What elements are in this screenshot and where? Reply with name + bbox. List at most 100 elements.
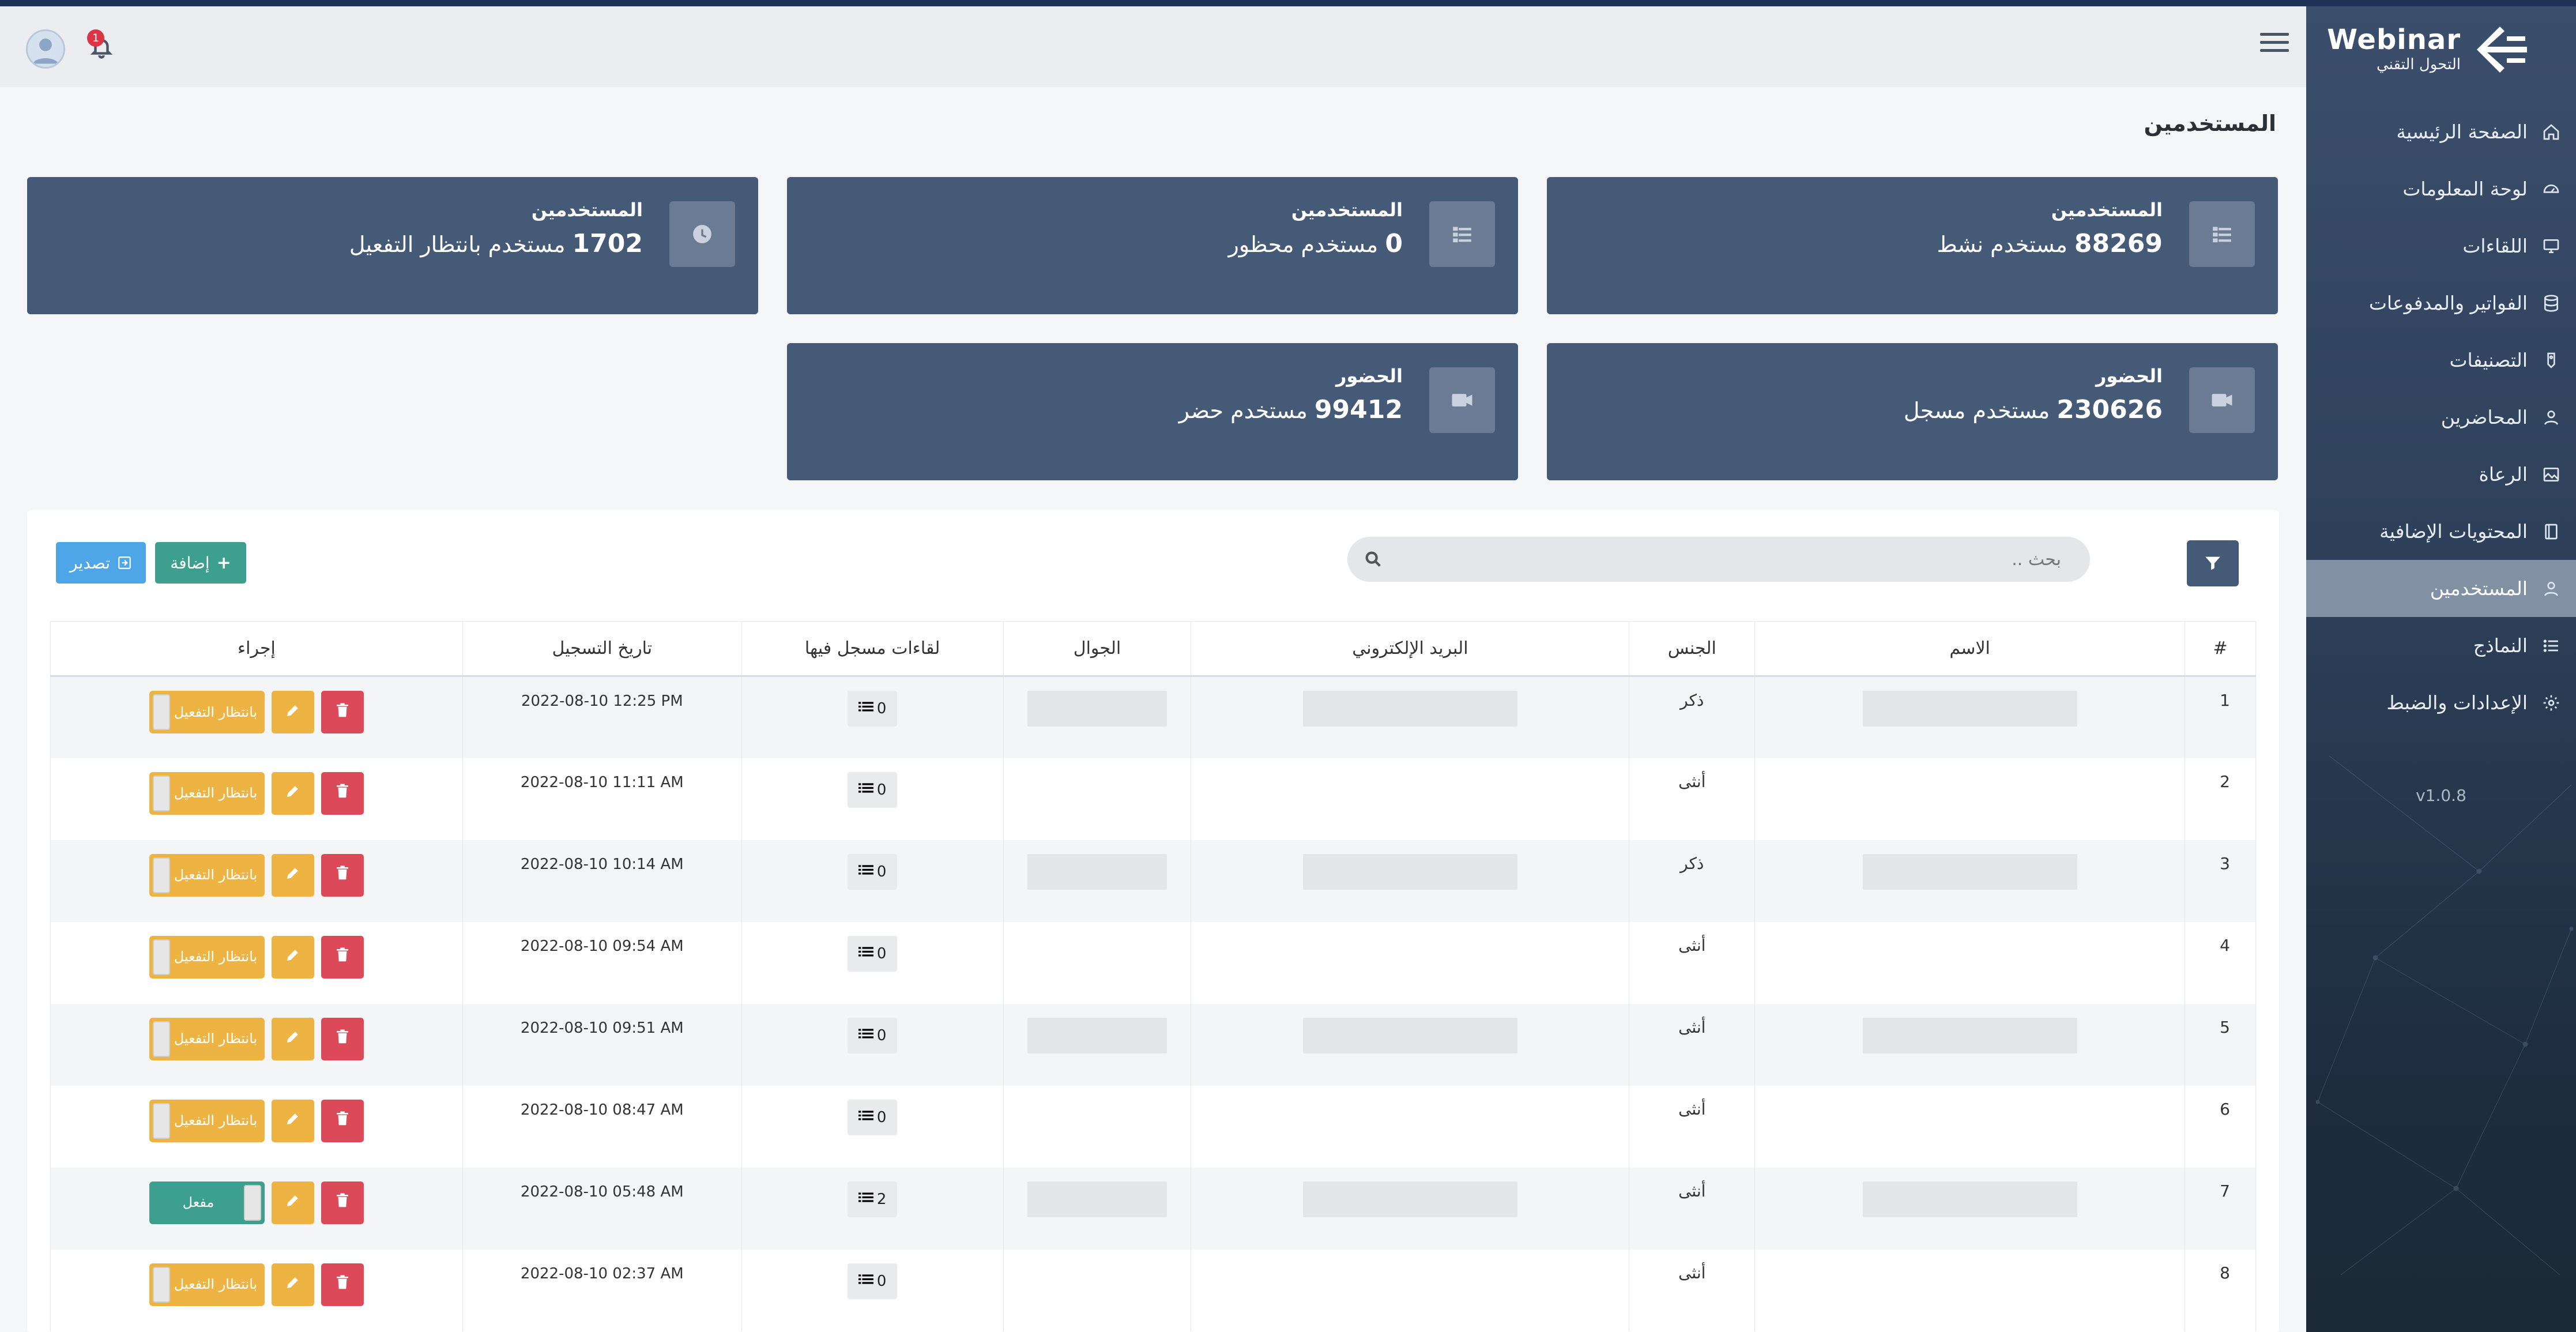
registration-date: 2022-08-10 11:11 AM: [520, 773, 684, 791]
delete-button[interactable]: [321, 772, 364, 815]
video-icon: [1429, 367, 1495, 433]
phone-cell: [1003, 921, 1192, 1004]
edit-button[interactable]: [271, 935, 314, 979]
sidebar-item-settings[interactable]: الإعدادات والضبط: [2306, 674, 2576, 731]
edit-button[interactable]: [271, 772, 314, 815]
redacted-name: [1862, 1181, 2077, 1217]
meetings-count: 0: [876, 863, 887, 881]
sidebar-item-forms[interactable]: النماذج: [2306, 617, 2576, 674]
trash-icon: [334, 1274, 351, 1295]
pencil-icon: [284, 702, 302, 723]
email-cell: [1191, 1003, 1630, 1086]
toggle-knob[interactable]: [152, 775, 170, 811]
delete-button[interactable]: [321, 691, 364, 733]
meetings-cell: 0: [741, 840, 1004, 922]
list-icon: [858, 781, 873, 799]
row-number: 3: [2185, 840, 2256, 922]
delete-button[interactable]: [321, 1017, 364, 1060]
trash-icon: [334, 1192, 351, 1213]
date-cell: 2022-08-10 09:54 AM: [462, 921, 742, 1004]
delete-button[interactable]: [321, 935, 364, 979]
gender-cell: أنثى: [1629, 921, 1756, 1004]
sidebar-item-meetings[interactable]: اللقاءات: [2306, 217, 2576, 274]
list-icon: [858, 1273, 873, 1290]
gender-cell: ذكر: [1629, 676, 1756, 758]
delete-button[interactable]: [321, 1263, 364, 1306]
meetings-cell: 0: [741, 1003, 1004, 1086]
column-header-meetings[interactable]: لقاءات مسجل فيها: [741, 621, 1004, 677]
table-row: 4 أنثى 0 2022-08-10 09:54 AM بانتظار التفعيل: [50, 921, 2256, 1004]
meetings-count-button[interactable]: 0: [848, 1099, 898, 1135]
search-input[interactable]: [1347, 537, 2090, 582]
sidebar-item-label: المستخدمين: [2430, 577, 2528, 600]
sidebar-item-users[interactable]: المستخدمين: [2306, 560, 2576, 617]
meetings-count-button[interactable]: 0: [848, 1017, 898, 1053]
toggle-knob[interactable]: [152, 1266, 170, 1303]
toggle-knob[interactable]: [152, 694, 170, 730]
column-header-phone[interactable]: الجوال: [1003, 621, 1192, 677]
notifications-bell-icon[interactable]: 1: [87, 29, 118, 64]
search-icon[interactable]: [1364, 550, 1383, 569]
toggle-knob[interactable]: [152, 1021, 170, 1057]
edit-button[interactable]: [271, 853, 314, 897]
menu-toggle-icon[interactable]: [2260, 33, 2289, 56]
user-avatar[interactable]: [26, 29, 65, 69]
toggle-knob[interactable]: [243, 1184, 261, 1221]
meetings-count-button[interactable]: 0: [848, 1263, 898, 1299]
column-header-gender[interactable]: الجنس: [1629, 621, 1756, 677]
status-toggle[interactable]: بانتظار التفعيل: [149, 1017, 265, 1060]
meetings-count-button[interactable]: 0: [848, 935, 898, 972]
edit-button[interactable]: [271, 1181, 314, 1224]
email-cell: [1191, 1249, 1630, 1331]
status-toggle[interactable]: بانتظار التفعيل: [149, 1099, 265, 1142]
redacted-email: [1302, 1017, 1517, 1053]
phone-cell: [1003, 676, 1192, 758]
status-toggle[interactable]: بانتظار التفعيل: [149, 772, 265, 815]
status-toggle[interactable]: بانتظار التفعيل: [149, 1263, 265, 1306]
meetings-count-button[interactable]: 0: [848, 853, 898, 890]
status-toggle[interactable]: بانتظار التفعيل: [149, 691, 265, 733]
meetings-count-button[interactable]: 0: [848, 691, 898, 727]
row-number: 7: [2185, 1167, 2256, 1250]
sidebar-item-dashboard[interactable]: لوحة المعلومات: [2306, 160, 2576, 217]
delete-button[interactable]: [321, 1099, 364, 1142]
column-header-name[interactable]: الاسم: [1754, 621, 2186, 677]
search-box[interactable]: [1347, 537, 2090, 582]
meetings-count-button[interactable]: 2: [848, 1181, 898, 1217]
stat-card-text: مستخدم مسجل: [1903, 398, 2050, 423]
meetings-count: 0: [876, 945, 887, 962]
top-header: 1: [0, 6, 2306, 87]
status-label: بانتظار التفعيل: [174, 1112, 258, 1129]
meetings-count-button[interactable]: 0: [848, 772, 898, 808]
webinar-logo[interactable]: Webinar التحول التقني: [2327, 18, 2530, 81]
filter-button[interactable]: [2187, 540, 2239, 586]
status-toggle[interactable]: مفعل: [149, 1181, 265, 1224]
edit-button[interactable]: [271, 1099, 314, 1142]
sidebar-item-sponsors[interactable]: الرعاة: [2306, 446, 2576, 503]
toggle-knob[interactable]: [152, 939, 170, 975]
gender-cell: أنثى: [1629, 1249, 1756, 1331]
sidebar-item-lecturers[interactable]: المحاضرين: [2306, 389, 2576, 446]
edit-button[interactable]: [271, 691, 314, 733]
sidebar-item-home[interactable]: الصفحة الرئيسية: [2306, 103, 2576, 160]
column-header-email[interactable]: البريد الإلكتروني: [1191, 621, 1630, 677]
sidebar-item-invoices[interactable]: الفواتير والمدفوعات: [2306, 274, 2576, 332]
edit-button[interactable]: [271, 1017, 314, 1060]
email-cell: [1191, 921, 1630, 1004]
export-button[interactable]: تصدير: [56, 542, 146, 584]
toggle-knob[interactable]: [152, 857, 170, 893]
status-toggle[interactable]: بانتظار التفعيل: [149, 853, 265, 897]
users-table-body: 1 ذكر 0 2022-08-10 12:25 PM بانتظار التفعيل 2…: [50, 676, 2256, 1331]
toggle-knob[interactable]: [152, 1103, 170, 1139]
sidebar-item-categories[interactable]: التصنيفات: [2306, 332, 2576, 389]
delete-button[interactable]: [321, 853, 364, 897]
status-toggle[interactable]: بانتظار التفعيل: [149, 935, 265, 979]
meetings-cell: 0: [741, 921, 1004, 1004]
add-user-button[interactable]: + إضافة: [155, 542, 246, 584]
edit-button[interactable]: [271, 1263, 314, 1306]
delete-button[interactable]: [321, 1181, 364, 1224]
column-header-registration-date[interactable]: تاريخ التسجيل: [462, 621, 742, 677]
sidebar-item-extra-content[interactable]: المحتويات الإضافية: [2306, 503, 2576, 560]
sidebar-item-label: المحاضرين: [2441, 406, 2528, 428]
column-header-number[interactable]: #: [2185, 621, 2256, 677]
